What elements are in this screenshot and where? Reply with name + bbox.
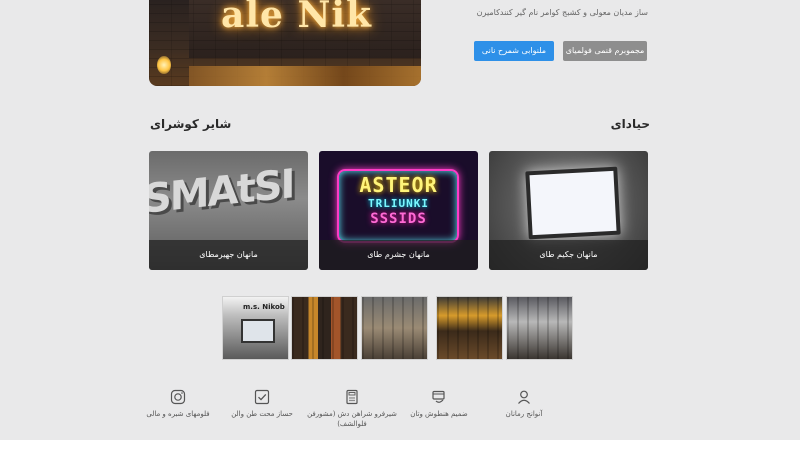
card-caption: مانهان جکیم طای [489, 240, 648, 270]
coins-icon [432, 390, 445, 403]
thumbnail-shade [362, 297, 427, 359]
card-caption: مانهان جشرم طای [319, 240, 478, 270]
secondary-button[interactable]: مجموبرم قنمی فولمیای [563, 41, 647, 61]
service-card-letters[interactable]: SMAtSI مانهان جهیرمطای [149, 151, 308, 270]
feature-text: شیرفرو شراهن دش (مشورفن فلوالشف) [307, 410, 397, 428]
lightbox-panel [525, 166, 621, 240]
thumbnail-shade [292, 297, 357, 359]
calculator-icon [346, 389, 358, 405]
thumbnail-shade [507, 297, 572, 359]
feature-text: ضمیم هنطوش وتان [410, 410, 468, 418]
service-card-neon[interactable]: ASTEOR TRLIUNKI SSSIDS مانهان جشرم طای [319, 151, 478, 270]
card-caption: مانهان جهیرمطای [149, 240, 308, 270]
letters-sign-text: SMAtSI [149, 161, 294, 223]
gallery-thumbnail-3[interactable] [361, 296, 428, 360]
hero-sign-text: ale Nik [221, 0, 372, 36]
page-bottom-strip [0, 440, 800, 450]
gallery-thumbnail-2[interactable] [291, 296, 358, 360]
hero-window-glow [189, 66, 421, 86]
checkbox-icon [254, 389, 270, 405]
neon-line-1: ASTEOR [359, 173, 438, 197]
thumbnail-label: m.s. Nikob [243, 303, 285, 311]
lamp-icon [157, 56, 171, 74]
feature-user: آنوانج رمانان [479, 389, 569, 419]
feature-instagram: فلومهای شبره و مالی [133, 389, 223, 419]
section-title-left: شایر کوشرای [150, 117, 232, 131]
gallery-thumbnail-4[interactable] [436, 296, 503, 360]
neon-line-2: TRLIUNKI [368, 197, 429, 210]
neon-line-3: SSSIDS [370, 211, 427, 227]
thumbnail-shade [437, 297, 502, 359]
feature-text: فلومهای شبره و مالی [146, 410, 210, 418]
feature-text: حساز محت طن والن [231, 410, 293, 418]
thumbnail-screen [241, 319, 275, 343]
feature-calculator: شیرفرو شراهن دش (مشورفن فلوالشف) [307, 389, 397, 429]
feature-text: آنوانج رمانان [505, 410, 543, 418]
hero-image: ale Nik [149, 0, 421, 86]
primary-button[interactable]: ملنوابی شمرح نانی [474, 41, 554, 61]
feature-coins: ضمیم هنطوش وتان [394, 389, 484, 419]
user-icon [518, 390, 530, 404]
hero-subtitle: ساز مدیان معولی و کشبج کوامر نام گیر کنن… [476, 8, 648, 17]
gallery-thumbnail-1[interactable]: m.s. Nikob [222, 296, 289, 360]
section-title-right: حیادای [610, 117, 650, 131]
feature-checkbox: حساز محت طن والن [217, 389, 307, 419]
instagram-icon [170, 389, 186, 405]
gallery-thumbnail-5[interactable] [506, 296, 573, 360]
service-card-lightbox[interactable]: مانهان جکیم طای [489, 151, 648, 270]
